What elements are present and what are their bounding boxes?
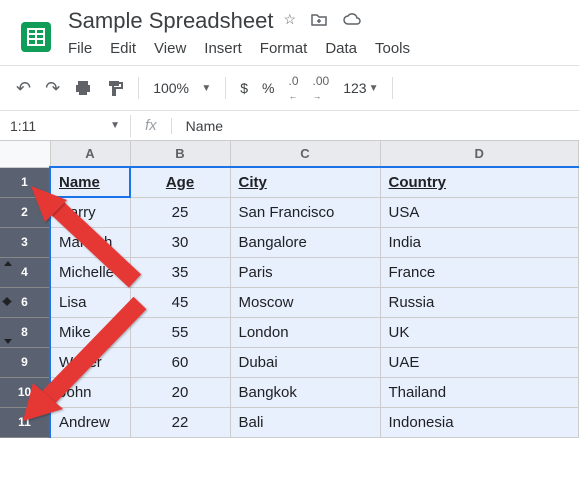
document-title[interactable]: Sample Spreadsheet	[68, 8, 273, 34]
row-header-2[interactable]: 2	[0, 197, 50, 227]
cell-a10[interactable]: John	[50, 377, 130, 407]
formula-value[interactable]: Name	[172, 118, 237, 134]
cell-b2[interactable]: 25	[130, 197, 230, 227]
cell-a1[interactable]: Name	[50, 167, 130, 197]
cloud-status-icon[interactable]	[342, 11, 362, 32]
cell-d2[interactable]: USA	[380, 197, 579, 227]
cell-c2[interactable]: San Francisco	[230, 197, 380, 227]
row-header-3[interactable]: 3	[0, 227, 50, 257]
cell-c6[interactable]: Moscow	[230, 287, 380, 317]
column-header-a[interactable]: A	[50, 141, 130, 167]
cell-c9[interactable]: Dubai	[230, 347, 380, 377]
cell-c11[interactable]: Bali	[230, 407, 380, 437]
cell-a9[interactable]: Walter	[50, 347, 130, 377]
cell-d1[interactable]: Country	[380, 167, 579, 197]
cell-a3[interactable]: Mahesh	[50, 227, 130, 257]
row-header-8[interactable]: 8	[0, 317, 50, 347]
cell-c4[interactable]: Paris	[230, 257, 380, 287]
chevron-down-icon: ▼	[110, 120, 120, 131]
cell-d9[interactable]: UAE	[380, 347, 579, 377]
cell-b10[interactable]: 20	[130, 377, 230, 407]
menu-tools[interactable]: Tools	[375, 40, 410, 57]
menu-view[interactable]: View	[154, 40, 186, 57]
cell-a8[interactable]: Mike	[50, 317, 130, 347]
fx-label: fx	[131, 117, 171, 134]
spreadsheet-grid[interactable]: A B C D 1 Name Age City Country 2 Harry …	[0, 141, 579, 438]
menu-data[interactable]: Data	[325, 40, 357, 57]
number-format-dropdown[interactable]: 123▼	[343, 80, 378, 96]
cell-a11[interactable]: Andrew	[50, 407, 130, 437]
row-header-4[interactable]: 4	[0, 257, 50, 287]
row-header-6[interactable]: 6	[0, 287, 50, 317]
currency-button[interactable]: $	[240, 80, 248, 96]
row-header-1[interactable]: 1	[0, 167, 50, 197]
cell-b3[interactable]: 30	[130, 227, 230, 257]
cell-a2[interactable]: Harry	[50, 197, 130, 227]
name-box-value: 1:11	[10, 118, 36, 134]
row-header-9[interactable]: 9	[0, 347, 50, 377]
cell-d6[interactable]: Russia	[380, 287, 579, 317]
redo-button[interactable]: ↷	[45, 78, 60, 99]
menu-insert[interactable]: Insert	[204, 40, 242, 57]
column-header-c[interactable]: C	[230, 141, 380, 167]
select-all-corner[interactable]	[0, 141, 50, 167]
cell-d11[interactable]: Indonesia	[380, 407, 579, 437]
decrease-decimal-button[interactable]: .0←	[289, 74, 299, 102]
cell-d3[interactable]: India	[380, 227, 579, 257]
menu-format[interactable]: Format	[260, 40, 308, 57]
cell-b11[interactable]: 22	[130, 407, 230, 437]
print-button[interactable]	[74, 79, 92, 97]
cell-b6[interactable]: 45	[130, 287, 230, 317]
sheets-logo[interactable]	[16, 17, 56, 57]
row-header-10[interactable]: 10	[0, 377, 50, 407]
undo-button[interactable]: ↶	[16, 78, 31, 99]
menu-edit[interactable]: Edit	[110, 40, 136, 57]
paint-format-button[interactable]	[106, 79, 124, 97]
zoom-dropdown[interactable]: 100% ▼	[153, 80, 211, 97]
cell-c8[interactable]: London	[230, 317, 380, 347]
cell-b9[interactable]: 60	[130, 347, 230, 377]
cell-c1[interactable]: City	[230, 167, 380, 197]
cell-c3[interactable]: Bangalore	[230, 227, 380, 257]
star-icon[interactable]: ☆	[283, 11, 296, 32]
percent-button[interactable]: %	[262, 80, 274, 96]
cell-a6[interactable]: Lisa	[50, 287, 130, 317]
cell-d8[interactable]: UK	[380, 317, 579, 347]
cell-d4[interactable]: France	[380, 257, 579, 287]
menu-file[interactable]: File	[68, 40, 92, 57]
column-header-d[interactable]: D	[380, 141, 579, 167]
cell-b8[interactable]: 55	[130, 317, 230, 347]
row-header-11[interactable]: 11	[0, 407, 50, 437]
cell-b1[interactable]: Age	[130, 167, 230, 197]
move-folder-icon[interactable]	[310, 11, 328, 32]
name-box[interactable]: 1:11 ▼	[0, 118, 130, 134]
cell-b4[interactable]: 35	[130, 257, 230, 287]
column-header-b[interactable]: B	[130, 141, 230, 167]
cell-c10[interactable]: Bangkok	[230, 377, 380, 407]
increase-decimal-button[interactable]: .00→	[313, 74, 330, 102]
cell-a4[interactable]: Michelle	[50, 257, 130, 287]
cell-d10[interactable]: Thailand	[380, 377, 579, 407]
